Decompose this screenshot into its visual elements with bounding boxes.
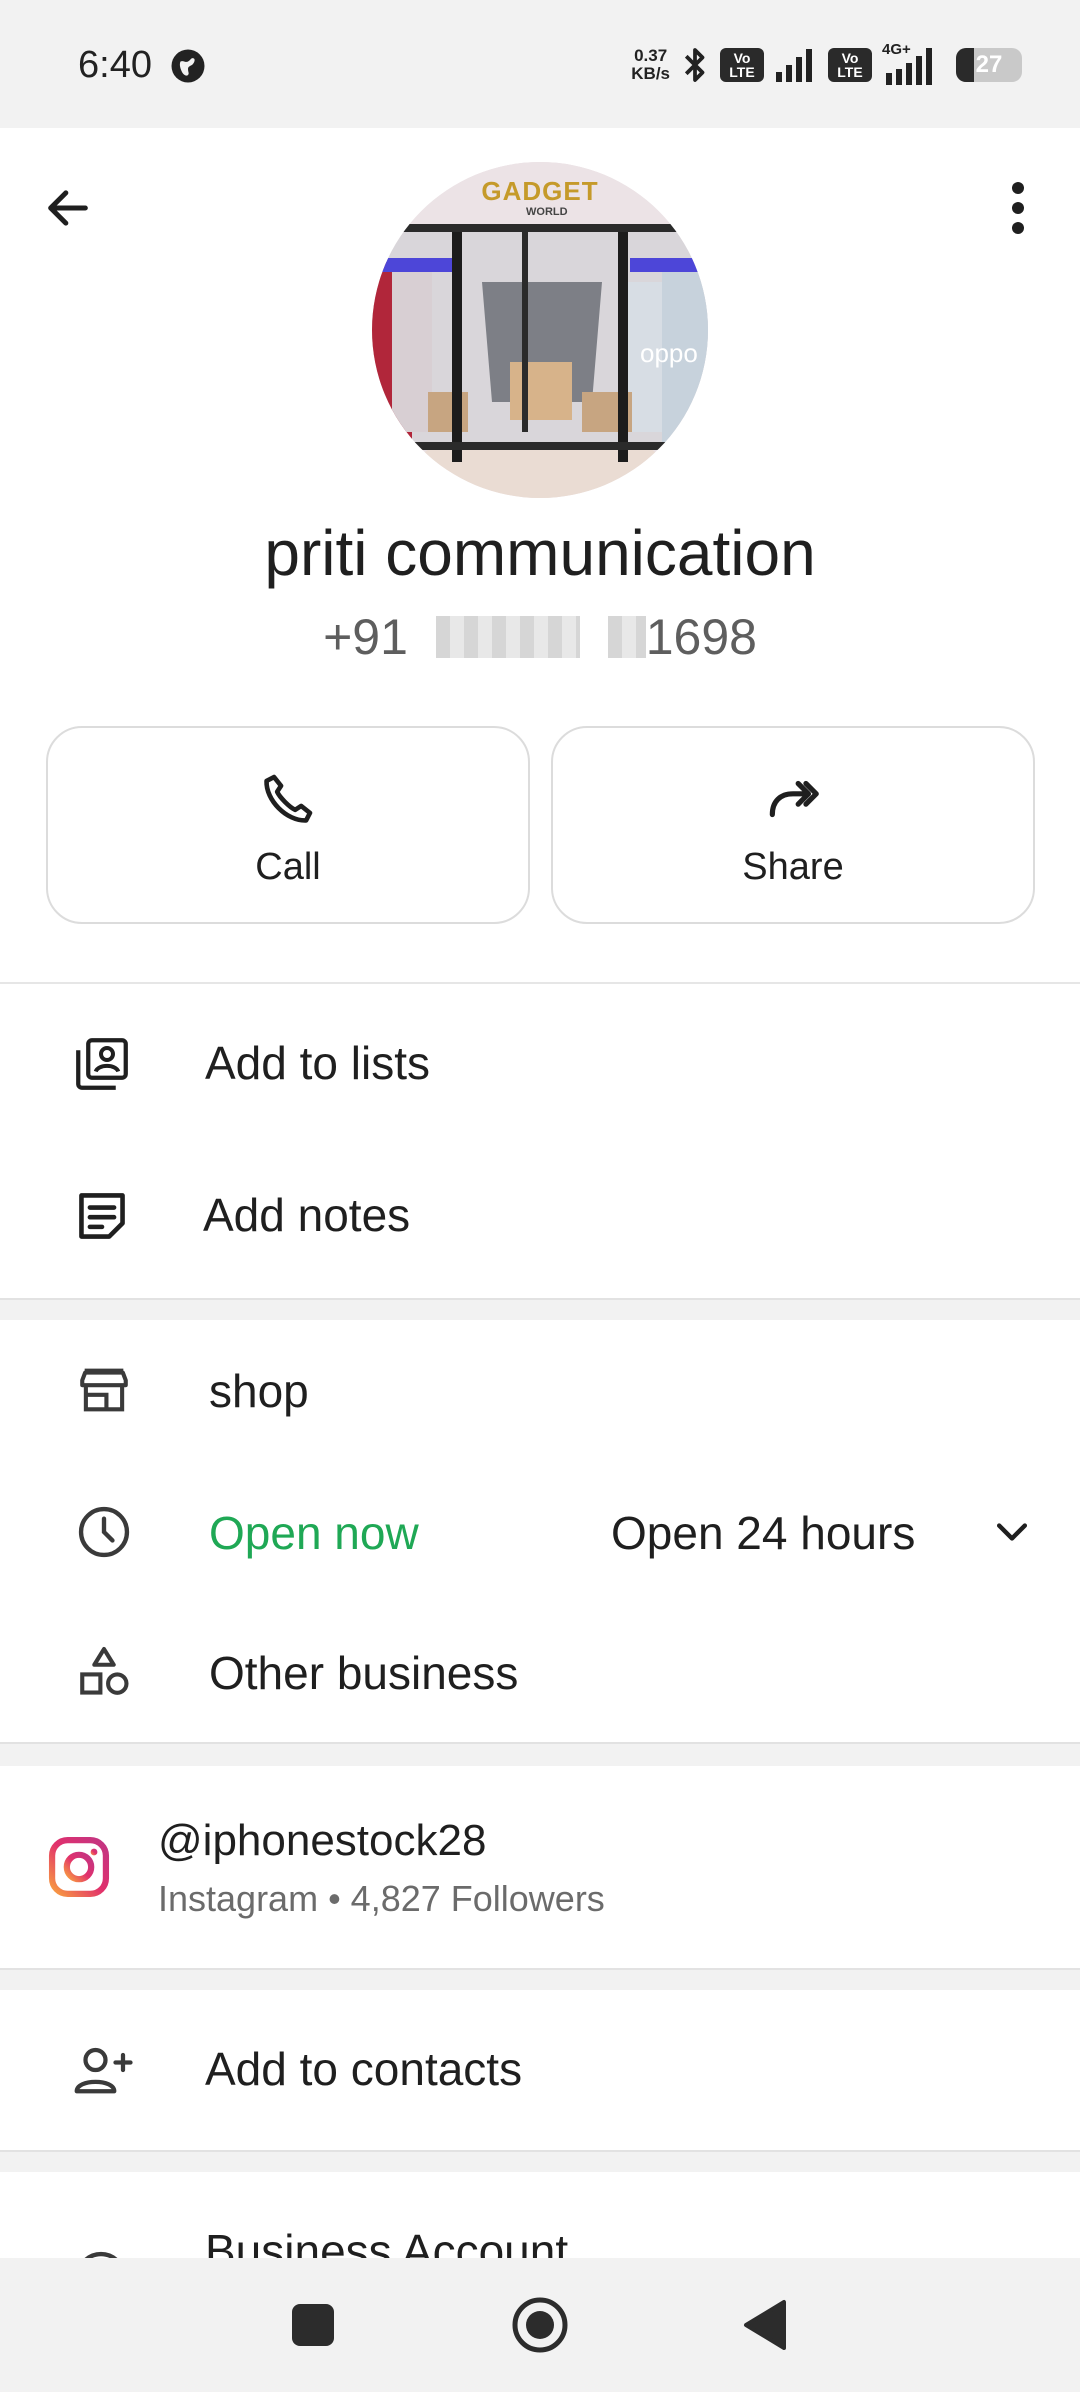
- arrow-left-icon: [48, 190, 88, 226]
- volte-badge-1: Vo LTE: [720, 48, 764, 82]
- business-type-label: Other business: [209, 1647, 519, 1699]
- volte-badge-2: Vo LTE: [828, 48, 872, 82]
- section-divider: [0, 1742, 1080, 1766]
- home-circle-icon: [512, 2297, 568, 2353]
- contact-avatar[interactable]: GADGET WORLD oppo: [372, 162, 708, 498]
- back-triangle-icon: [744, 2300, 786, 2350]
- section-divider: [0, 1968, 1080, 1990]
- add-notes-row[interactable]: Add notes: [0, 1140, 1080, 1296]
- net-speed: 0.37 KB/s: [631, 46, 670, 83]
- add-to-lists-label: Add to lists: [205, 1037, 430, 1089]
- recents-button[interactable]: [290, 2302, 336, 2348]
- chevron-down-icon: [996, 1523, 1028, 1541]
- notes-icon: [79, 1193, 125, 1239]
- storefront-icon: [80, 1368, 128, 1412]
- home-button[interactable]: [511, 2296, 569, 2354]
- add-notes-label: Add notes: [203, 1189, 411, 1241]
- contact-phone: +91 1698: [323, 609, 757, 665]
- clock-icon: [78, 1506, 130, 1558]
- avatar-sign-text: GADGET: [481, 176, 599, 206]
- call-button[interactable]: Call: [46, 726, 530, 924]
- status-bar: 6:40 0.37 KB/s Vo LTE Vo LTE 4G+ 27: [0, 0, 1080, 128]
- instagram-followers: Instagram • 4,827 Followers: [158, 1878, 605, 1919]
- info-icon: [84, 2251, 118, 2258]
- add-to-lists-row[interactable]: Add to lists: [0, 984, 1080, 1140]
- section-divider: [0, 2150, 1080, 2172]
- status-time: 6:40: [78, 44, 152, 86]
- business-account-label: Business Account: [205, 2225, 569, 2258]
- add-to-contacts-row[interactable]: Add to contacts: [0, 1990, 1080, 2150]
- add-to-contacts-label: Add to contacts: [205, 2043, 523, 2095]
- share-forward-icon: [769, 780, 819, 818]
- section-divider: [0, 1298, 1080, 1320]
- contact-name: priti communication: [264, 517, 816, 589]
- instagram-link-row[interactable]: @iphonestock28 Instagram • 4,827 Followe…: [0, 1766, 1080, 1968]
- contact-list-icon: [76, 1038, 128, 1090]
- back-nav-button[interactable]: [742, 2298, 788, 2352]
- signal-strength-icon: [776, 49, 812, 82]
- phone-redacted-block: [607, 616, 646, 658]
- expand-hours-button[interactable]: [984, 1504, 1040, 1560]
- signal-4g-icon: 4G+: [882, 41, 946, 87]
- status-indicators: 0.37 KB/s Vo LTE Vo LTE 4G+ 27: [631, 40, 1022, 90]
- battery-icon: 27: [956, 48, 1022, 82]
- avatar-sign-subtext: WORLD: [526, 206, 568, 218]
- business-category-row: shop: [0, 1320, 1080, 1462]
- vpn-globe-icon: [171, 49, 205, 83]
- share-label: Share: [742, 846, 844, 888]
- business-account-row[interactable]: Business Account: [0, 2172, 1080, 2258]
- avatar-brand-text: oppo: [640, 338, 698, 368]
- more-options-button[interactable]: [986, 172, 1050, 244]
- add-person-icon: [74, 2047, 133, 2094]
- share-button[interactable]: Share: [551, 726, 1035, 924]
- business-category-label: shop: [209, 1365, 309, 1417]
- call-label: Call: [255, 846, 321, 888]
- recents-square-icon: [292, 2304, 334, 2346]
- open-now-status: Open now: [209, 1507, 419, 1559]
- phone-redacted-block: [435, 616, 580, 658]
- more-vert-icon: [1012, 182, 1024, 234]
- business-hours-row[interactable]: Open now Open 24 hours: [0, 1462, 1080, 1602]
- back-button[interactable]: [36, 176, 100, 240]
- system-navigation-bar: [0, 2258, 1080, 2392]
- hours-detail: Open 24 hours: [611, 1507, 916, 1559]
- phone-icon: [264, 774, 313, 823]
- shapes-category-icon: [80, 1646, 129, 1695]
- instagram-handle: @iphonestock28: [158, 1816, 487, 1865]
- bluetooth-icon: [684, 48, 705, 82]
- instagram-icon: [48, 1836, 110, 1898]
- business-type-row: Other business: [0, 1602, 1080, 1742]
